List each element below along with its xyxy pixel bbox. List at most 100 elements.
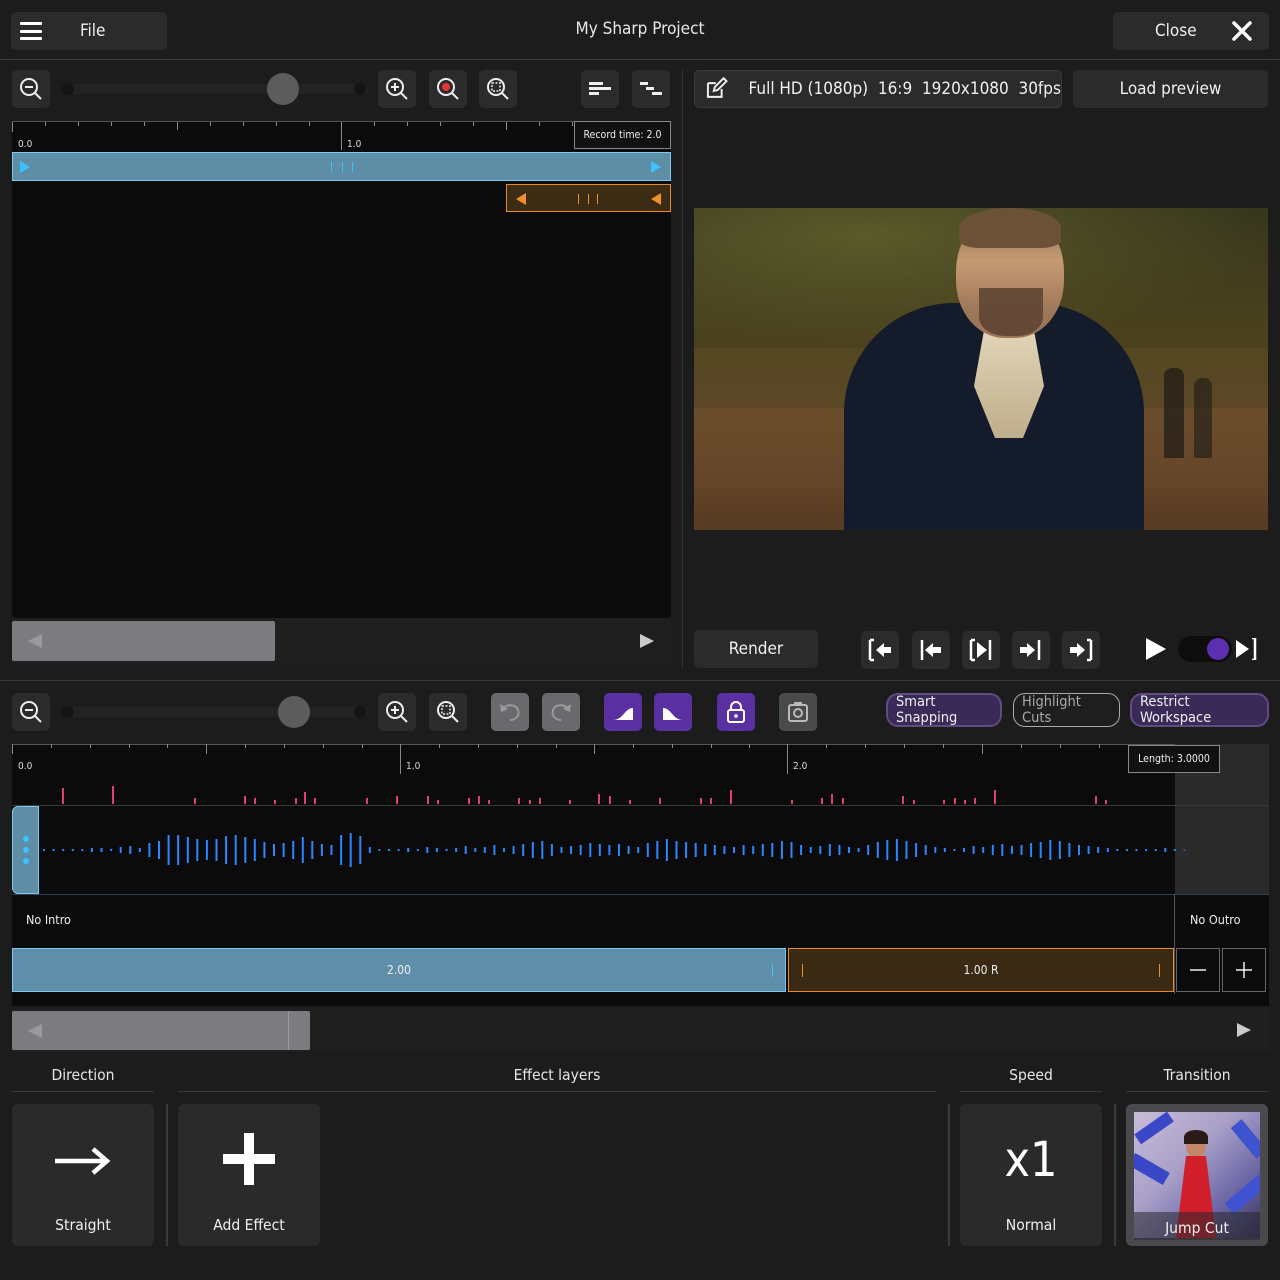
- close-label: Close: [1155, 21, 1197, 41]
- close-icon: [1231, 21, 1252, 41]
- heading-underline: [178, 1091, 936, 1092]
- file-label: File: [80, 21, 106, 41]
- play-icon[interactable]: [1146, 638, 1166, 660]
- highlight-cuts-toggle[interactable]: Highlight Cuts: [1013, 693, 1120, 727]
- zoom-out-icon: [20, 78, 42, 100]
- timeline-zoom-slider-track[interactable]: [62, 707, 368, 717]
- go-to-end-button[interactable]: [1062, 631, 1100, 669]
- clip-forward[interactable]: 2.00: [12, 948, 786, 992]
- direction-card[interactable]: Straight: [12, 1104, 154, 1246]
- skip-to-end-icon: [1070, 638, 1093, 662]
- add-effect-label: Add Effect: [213, 1216, 285, 1234]
- clip-reverse-start-handle[interactable]: [802, 964, 803, 977]
- fade-out-button[interactable]: [654, 693, 692, 731]
- top-tick-label-1: 1.0: [347, 139, 362, 150]
- clip-reverse[interactable]: 1.00 R: [788, 948, 1174, 992]
- reverse-marker-end-icon: [651, 193, 661, 205]
- clip-forward-end-handle[interactable]: [772, 964, 773, 977]
- add-effect-card[interactable]: Add Effect: [178, 1104, 320, 1246]
- direction-heading: Direction: [51, 1066, 115, 1084]
- close-button[interactable]: Close: [1113, 12, 1269, 50]
- step-forward-icon: [969, 638, 992, 662]
- align-left-button[interactable]: [581, 70, 619, 108]
- snapshot-button[interactable]: [779, 693, 817, 731]
- previous-frame-button[interactable]: [912, 631, 950, 669]
- heading-underline: [1126, 1091, 1268, 1092]
- clip-reverse-label: 1.00 R: [963, 963, 999, 977]
- speed-multiplier: x1: [1004, 1132, 1058, 1188]
- play-marker-end-icon: [651, 161, 661, 173]
- timeline-zoom-in-button[interactable]: [378, 693, 416, 731]
- redo-icon: [551, 704, 571, 721]
- record-time-badge: Record time: 2.0: [574, 121, 671, 149]
- lock-button[interactable]: [717, 693, 755, 731]
- waveform-start-handle[interactable]: [12, 806, 39, 894]
- load-preview-button[interactable]: Load preview: [1073, 70, 1268, 108]
- align-left-icon: [589, 82, 611, 95]
- undo-button[interactable]: [491, 693, 529, 731]
- skip-to-start-icon: [868, 638, 891, 662]
- timeline-zoom-out-button[interactable]: [12, 693, 50, 731]
- transition-heading: Transition: [1163, 1066, 1231, 1084]
- clip-forward-label: 2.00: [386, 963, 412, 977]
- waveform-separator: [12, 894, 1269, 895]
- play-to-end-icon[interactable]: [1236, 638, 1258, 660]
- intro-label[interactable]: No Intro: [26, 912, 71, 927]
- clip-handle[interactable]: [578, 194, 598, 204]
- arrow-right-icon: [55, 1147, 111, 1175]
- zoom-slider-track[interactable]: [62, 84, 368, 94]
- remove-clip-button[interactable]: [1176, 948, 1220, 992]
- loop-toggle[interactable]: [1178, 636, 1232, 662]
- next-frame-button[interactable]: [962, 631, 1000, 669]
- format-settings-button[interactable]: Full HD (1080p) 16:9 1920x1080 30fps: [694, 70, 1062, 108]
- zoom-slider-end-dot: [354, 83, 366, 95]
- bottom-tick-label-0: 0.0: [18, 761, 33, 772]
- smart-snapping-toggle[interactable]: Smart Snapping: [886, 693, 1002, 727]
- zoom-in-button[interactable]: [378, 70, 416, 108]
- loop-toggle-knob: [1207, 638, 1229, 660]
- bottom-tick-label-1: 1.0: [406, 761, 421, 772]
- fade-in-button[interactable]: [604, 693, 642, 731]
- zoom-out-icon: [20, 701, 42, 723]
- restrict-workspace-toggle[interactable]: Restrict Workspace: [1130, 693, 1269, 727]
- render-button[interactable]: Render: [694, 630, 818, 668]
- project-title: My Sharp Project: [575, 19, 705, 39]
- speed-card[interactable]: x1 Normal: [960, 1104, 1102, 1246]
- length-badge: Length: 3.0000: [1128, 745, 1220, 773]
- preview-video: [694, 208, 1268, 530]
- redo-button[interactable]: [542, 693, 580, 731]
- zoom-record-icon: [437, 78, 459, 100]
- zoom-slider-start-dot: [62, 83, 74, 95]
- top-scrollbar-thumb[interactable]: [12, 621, 275, 661]
- jump-to-cut-button[interactable]: [1012, 631, 1050, 669]
- timeline-zoom-fit-button[interactable]: [429, 693, 467, 731]
- file-menu-button[interactable]: File: [11, 12, 167, 50]
- go-to-start-button[interactable]: [861, 631, 899, 669]
- zoom-slider-thumb[interactable]: [267, 73, 299, 105]
- card-divider: [1114, 1104, 1116, 1246]
- reverse-marker-icon: [516, 193, 526, 205]
- transition-card[interactable]: Jump Cut: [1126, 1104, 1268, 1246]
- direction-value: Straight: [55, 1216, 111, 1234]
- audio-waveform: [43, 833, 1186, 867]
- timeline-zoom-slider-thumb[interactable]: [278, 696, 310, 728]
- scroll-right-icon[interactable]: [640, 634, 654, 648]
- speed-heading: Speed: [1009, 1066, 1053, 1084]
- scroll-right-icon[interactable]: [1237, 1023, 1251, 1037]
- top-ruler: 0.0 1.0: [12, 121, 671, 151]
- add-clip-button[interactable]: [1222, 948, 1266, 992]
- outro-label[interactable]: No Outro: [1190, 912, 1240, 927]
- zoom-fit-button[interactable]: [479, 70, 517, 108]
- top-clip-forward[interactable]: [12, 152, 671, 181]
- clip-handle[interactable]: [331, 162, 353, 172]
- jump-forward-icon: [1020, 640, 1041, 660]
- zoom-record-button[interactable]: [429, 70, 467, 108]
- undo-icon: [500, 704, 520, 721]
- clip-reverse-end-handle[interactable]: [1159, 964, 1160, 977]
- edit-icon: [706, 77, 728, 98]
- zoom-out-button[interactable]: [12, 70, 50, 108]
- stagger-button[interactable]: [632, 70, 670, 108]
- camera-icon: [788, 702, 808, 722]
- top-clip-reverse[interactable]: [506, 184, 671, 212]
- bottom-scrollbar-thumb[interactable]: [12, 1011, 310, 1050]
